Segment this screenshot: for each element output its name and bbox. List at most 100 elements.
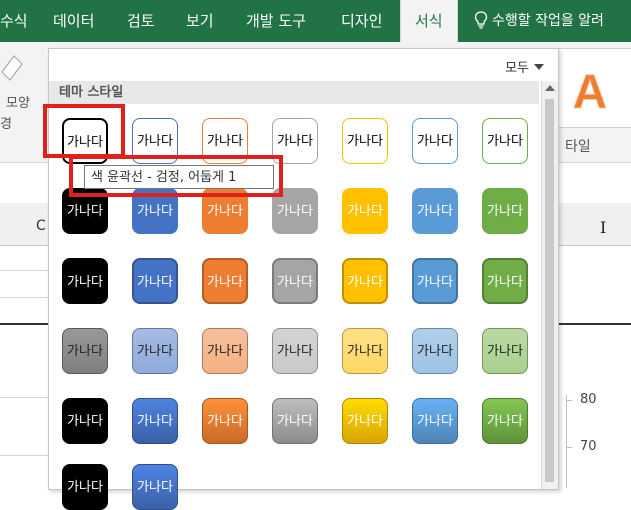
grid-line: [0, 270, 48, 271]
style-tile-label: 가나다: [67, 275, 103, 290]
grid-line: [0, 397, 48, 398]
style-tile-label: 가나다: [207, 134, 243, 149]
chart-axis-tick: [566, 447, 572, 448]
tab-design[interactable]: 디자인: [341, 0, 382, 42]
style-tile[interactable]: 가나다: [482, 118, 528, 164]
all-filter-label: 모두: [505, 61, 529, 76]
tab-format[interactable]: 서식: [400, 0, 458, 43]
style-tile-label: 가나다: [277, 204, 313, 219]
style-tile[interactable]: 가나다: [62, 258, 108, 304]
scrollbar-thumb[interactable]: [545, 99, 554, 482]
chart-border-line: [557, 323, 631, 325]
style-tile[interactable]: 가나다: [482, 328, 528, 374]
style-tile[interactable]: 가나다: [412, 328, 458, 374]
grid-line: [0, 297, 48, 298]
style-tile-label: 가나다: [277, 344, 313, 359]
style-tile[interactable]: 가나다: [62, 464, 108, 510]
tab-view[interactable]: 보기: [186, 0, 214, 42]
axis-label-70: 70: [580, 439, 597, 454]
selected-style-highlight: [43, 104, 125, 158]
style-tile-label: 가나다: [277, 414, 313, 429]
style-tile-label: 가나다: [137, 344, 173, 359]
style-tile-label: 가나다: [347, 204, 383, 219]
style-tile-label: 가나다: [417, 204, 453, 219]
scroll-up-icon[interactable]: [545, 85, 555, 91]
style-tile[interactable]: 가나다: [202, 258, 248, 304]
style-tile-label: 가나다: [487, 275, 523, 290]
style-tile[interactable]: 가나다: [342, 398, 388, 444]
style-tile-label: 가나다: [487, 414, 523, 429]
style-tile-label: 가나다: [207, 414, 243, 429]
wordart-letter: A: [573, 66, 608, 119]
style-tile-label: 가나다: [67, 204, 103, 219]
style-tile[interactable]: 가나다: [342, 118, 388, 164]
style-tile[interactable]: 가나다: [412, 258, 458, 304]
chart-axis: [566, 395, 567, 488]
style-tile-label: 가나다: [347, 134, 383, 149]
tab-developer[interactable]: 개발 도구: [246, 0, 306, 42]
style-tile[interactable]: 가나다: [342, 188, 388, 234]
chart-axis-tick: [566, 400, 572, 401]
chevron-down-icon: [534, 64, 544, 70]
style-tile-label: 가나다: [347, 275, 383, 290]
style-tile[interactable]: 가나다: [412, 188, 458, 234]
style-tile[interactable]: 가나다: [342, 328, 388, 374]
style-tile-label: 가나다: [487, 204, 523, 219]
lightbulb-icon: [474, 11, 488, 29]
chart-border-line: [0, 323, 48, 325]
style-tile[interactable]: 가나다: [132, 464, 178, 510]
style-tile-label: 가나다: [417, 344, 453, 359]
style-tile[interactable]: 가나다: [62, 398, 108, 444]
style-tile[interactable]: 가나다: [272, 328, 318, 374]
style-tile[interactable]: 가나다: [132, 398, 178, 444]
style-tile[interactable]: 가나다: [202, 328, 248, 374]
style-tile-label: 가나다: [67, 414, 103, 429]
style-tile[interactable]: 가나다: [412, 118, 458, 164]
column-header-c[interactable]: C: [36, 218, 46, 234]
style-tile-label: 가나다: [487, 134, 523, 149]
style-tile-label: 가나다: [487, 344, 523, 359]
style-tile-label: 가나다: [137, 275, 173, 290]
style-tile-label: 가나다: [137, 414, 173, 429]
style-tile[interactable]: 가나다: [412, 398, 458, 444]
wordart-a-icon: A: [572, 66, 608, 120]
style-tile[interactable]: 가나다: [342, 258, 388, 304]
tell-me-text: 수행할 작업을 알려: [492, 13, 604, 29]
style-tile-label: 가나다: [207, 275, 243, 290]
style-tile[interactable]: 가나다: [62, 328, 108, 374]
gallery-scrollbar[interactable]: [541, 81, 558, 489]
style-tile[interactable]: 가나다: [482, 398, 528, 444]
wordart-styles-label: 타일: [565, 139, 591, 155]
axis-label-80: 80: [580, 392, 597, 407]
ribbon-tab-bar: 수식 데이터 검토 보기 개발 도구 디자인 서식 수행할 작업을 알려: [0, 0, 631, 43]
style-tile[interactable]: 가나다: [272, 258, 318, 304]
style-tile[interactable]: 가나다: [482, 188, 528, 234]
text-cursor-icon: I: [600, 218, 607, 237]
style-tile-label: 가나다: [347, 344, 383, 359]
style-tile-label: 가나다: [207, 344, 243, 359]
style-tile-label: 가나다: [67, 344, 103, 359]
all-filter-button[interactable]: 모두: [505, 57, 544, 76]
style-tile-label: 가나다: [277, 134, 313, 149]
grid-line: [0, 455, 48, 456]
style-tile-label: 가나다: [207, 204, 243, 219]
shape-styles-label: 모양: [6, 96, 30, 111]
style-tile-label: 가나다: [417, 275, 453, 290]
style-tile-label: 가나다: [277, 275, 313, 290]
style-tile[interactable]: 가나다: [132, 328, 178, 374]
tell-me-box[interactable]: 수행할 작업을 알려: [474, 0, 604, 42]
tooltip-highlight: [69, 155, 283, 197]
shape-outline-label: 경: [0, 117, 12, 132]
style-tile[interactable]: 가나다: [272, 398, 318, 444]
style-tile[interactable]: 가나다: [482, 258, 528, 304]
theme-styles-heading: 테마 스타일: [49, 81, 539, 104]
shape-fill-icon[interactable]: [0, 50, 24, 88]
style-tile-label: 가나다: [417, 134, 453, 149]
tab-review[interactable]: 검토: [127, 0, 155, 42]
tab-formulas[interactable]: 수식: [0, 0, 28, 42]
style-tile-label: 가나다: [137, 134, 173, 149]
style-tile-label: 가나다: [137, 204, 173, 219]
style-tile[interactable]: 가나다: [132, 258, 178, 304]
tab-data[interactable]: 데이터: [53, 0, 94, 42]
style-tile[interactable]: 가나다: [202, 398, 248, 444]
